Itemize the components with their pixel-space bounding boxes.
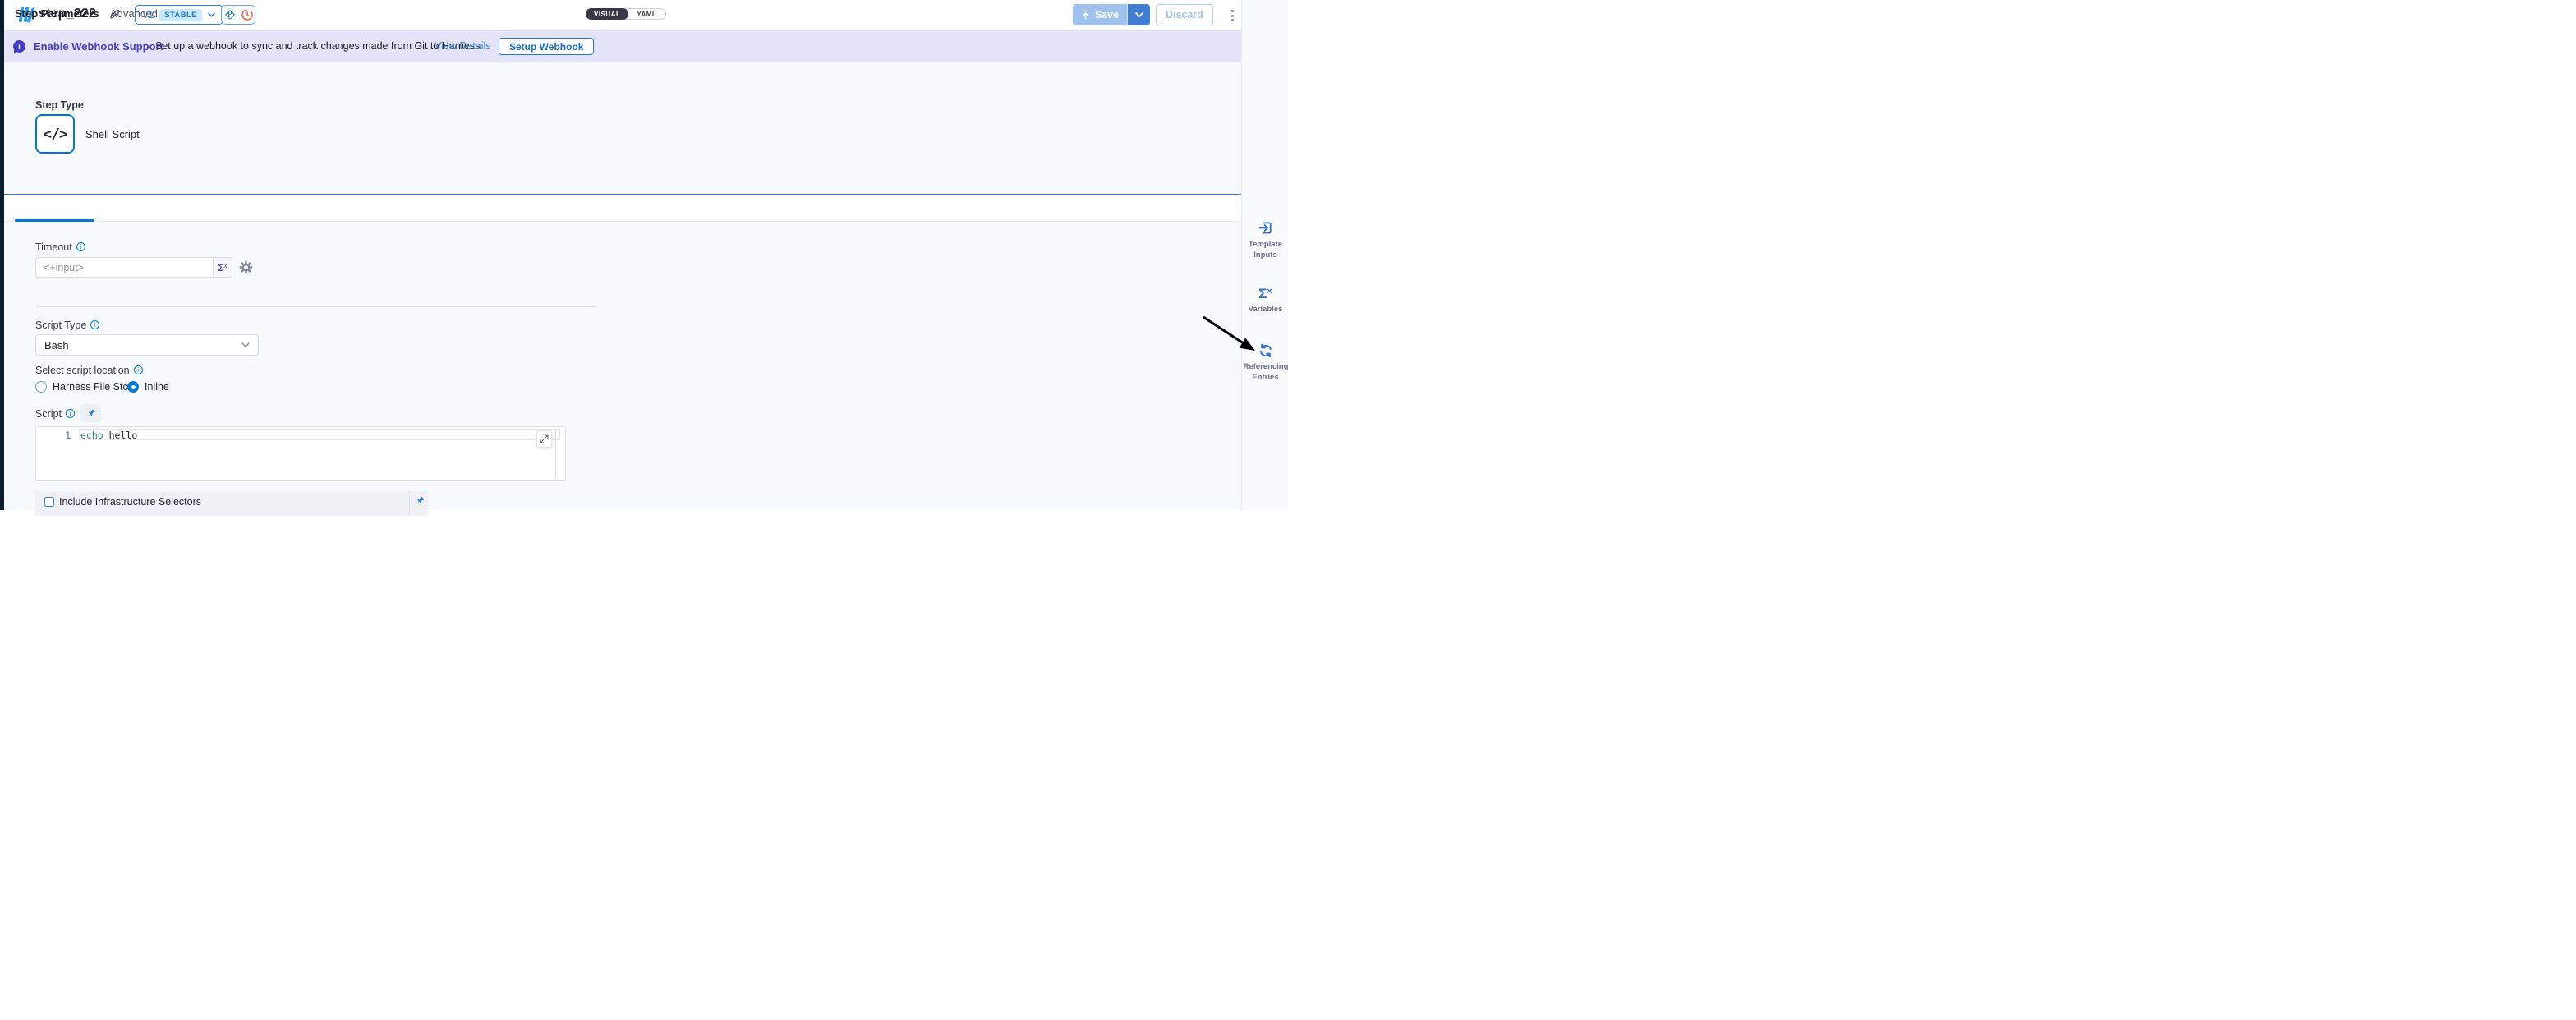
header: step_222 v1 STABLE VISUAL YAML Save Disc… (4, 0, 1241, 30)
version-status-badge: STABLE (159, 9, 202, 21)
upload-icon (1081, 10, 1090, 20)
save-options-button[interactable] (1128, 4, 1150, 25)
template-inputs-button[interactable]: Template Inputs (1242, 220, 1289, 261)
form-divider (36, 306, 596, 307)
banner-title: Enable Webhook Support (34, 30, 163, 62)
template-inputs-icon (1258, 220, 1273, 236)
info-bubble-icon: i (13, 40, 25, 53)
setup-webhook-button[interactable]: Setup Webhook (499, 38, 594, 55)
template-inputs-label: Template Inputs (1244, 240, 1288, 261)
referencing-entries-label: Referencing Entries (1244, 362, 1288, 384)
save-button[interactable]: Save (1073, 4, 1128, 25)
script-type-label: Script Typei (35, 319, 99, 331)
step-type-card: </> (35, 114, 75, 154)
banner-message: Set up a webhook to sync and track chang… (155, 30, 480, 62)
radio-harness-file-store[interactable]: Harness File Store (35, 381, 138, 393)
gear-icon[interactable] (239, 260, 253, 278)
git-and-activity-buttons[interactable] (221, 5, 255, 25)
pin-icon[interactable] (414, 495, 426, 511)
save-label: Save (1095, 9, 1119, 21)
code-keyword: echo (80, 430, 109, 441)
variables-button[interactable]: Σ× Variables (1242, 287, 1289, 315)
row-divider (409, 491, 410, 516)
info-icon[interactable]: i (66, 409, 75, 418)
editor-line-number: 1 (36, 430, 71, 441)
radio-inline[interactable]: Inline (127, 381, 169, 393)
view-details-link[interactable]: View Details (435, 30, 491, 62)
webhook-banner: i Enable Webhook Support Set up a webhoo… (4, 30, 1241, 62)
tab-advanced[interactable]: Advanced (110, 0, 158, 27)
toggle-yaml[interactable]: YAML (628, 9, 665, 19)
step-type-value: Shell Script (85, 128, 140, 140)
include-infrastructure-label: Include Infrastructure Selectors (59, 491, 201, 512)
timeout-label: Timeouti (35, 241, 85, 253)
git-experience-icon (223, 8, 237, 21)
pin-icon (85, 408, 96, 419)
chevron-down-icon (242, 342, 250, 347)
chevron-down-icon (1135, 12, 1143, 17)
right-tool-rail: Template Inputs Σ× Variables Referencing… (1241, 0, 1288, 510)
editor-code-line: echo hello (80, 430, 137, 441)
include-infrastructure-checkbox[interactable] (44, 497, 54, 507)
script-code-editor[interactable]: 1 echo hello (35, 426, 566, 481)
script-location-label: Select script locationi (35, 365, 143, 376)
visual-yaml-toggle: VISUAL YAML (586, 8, 666, 20)
editor-scrollbar[interactable] (555, 429, 556, 478)
pin-script-button[interactable] (80, 404, 101, 422)
more-options-icon[interactable] (1228, 8, 1237, 23)
save-split-button: Save (1073, 4, 1150, 25)
variables-label: Variables (1244, 305, 1288, 315)
tab-step-parameters[interactable]: Step Parameters (15, 0, 99, 27)
code-argument: hello (109, 430, 138, 441)
variables-icon: Σ× (1258, 287, 1272, 301)
info-icon[interactable]: i (90, 320, 99, 329)
chevron-down-icon (208, 12, 215, 17)
referencing-entries-button[interactable]: Referencing Entries (1242, 343, 1289, 384)
referencing-entries-icon (1258, 343, 1273, 358)
toggle-visual[interactable]: VISUAL (586, 8, 628, 20)
expand-editor-button[interactable] (536, 430, 552, 448)
radio-circle-checked (127, 381, 139, 393)
step-type-label: Step Type (35, 99, 84, 111)
script-type-dropdown[interactable]: Bash (35, 334, 259, 356)
editor-active-line (79, 429, 560, 440)
discard-button[interactable]: Discard (1156, 4, 1213, 25)
info-icon[interactable]: i (134, 365, 143, 374)
timeout-input[interactable] (35, 257, 213, 278)
activity-timer-icon (241, 8, 254, 21)
include-infrastructure-row: Include Infrastructure Selectors (35, 491, 428, 516)
script-label: Scripti (35, 408, 75, 420)
shell-script-icon: </> (43, 126, 67, 143)
timeout-field-group: Σx (35, 257, 232, 278)
active-tab-underline (15, 219, 94, 222)
tab-bar (4, 195, 1241, 222)
runtime-input-expression-icon[interactable]: Σx (213, 257, 232, 278)
info-icon[interactable]: i (76, 242, 85, 251)
script-type-value: Bash (44, 339, 242, 351)
expand-icon (540, 434, 549, 443)
radio-circle (35, 381, 47, 393)
